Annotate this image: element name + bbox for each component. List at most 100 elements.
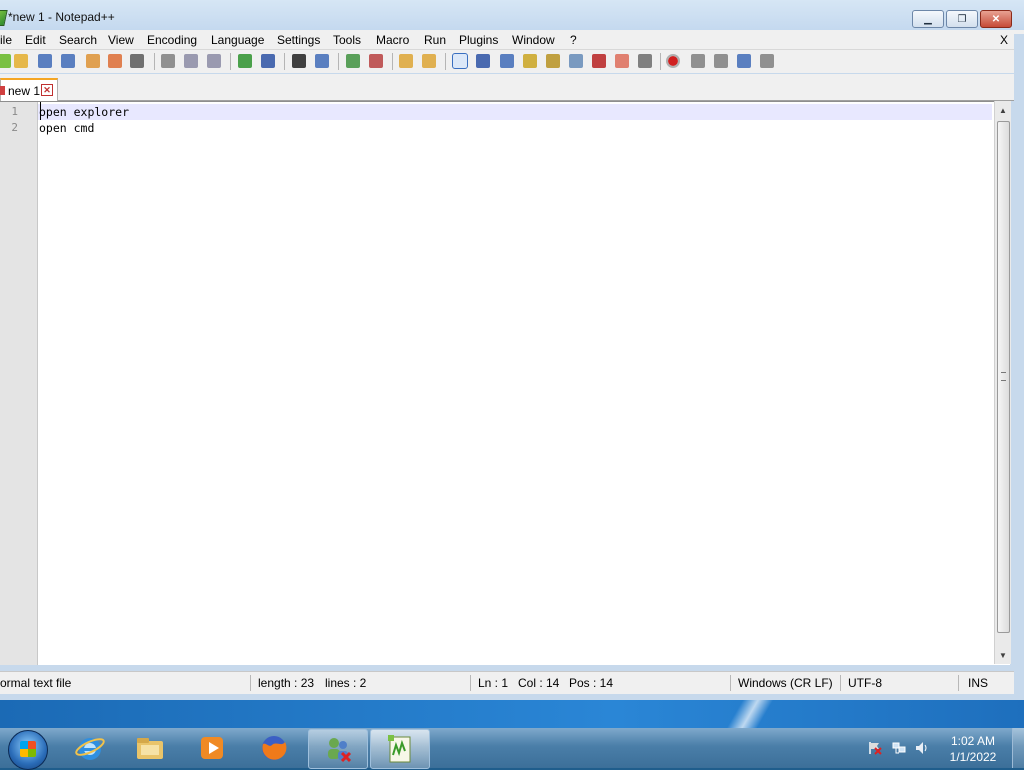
tab-close-icon[interactable]: ✕ — [41, 84, 53, 96]
menu-bar: ile Edit Search View Encoding Language S… — [0, 30, 1024, 50]
udl-icon[interactable] — [523, 54, 537, 68]
undo-icon[interactable] — [238, 54, 252, 68]
save-macro-icon[interactable] — [760, 54, 774, 68]
clock-time[interactable]: 1:02 AM — [944, 734, 1002, 748]
volume-icon[interactable] — [915, 741, 929, 755]
show-desktop-button[interactable] — [1012, 728, 1024, 768]
status-insert-mode[interactable]: INS — [968, 676, 988, 690]
menu-window[interactable]: Window — [512, 33, 555, 47]
menu-plugins[interactable]: Plugins — [459, 33, 498, 47]
grip-icon — [1001, 372, 1006, 381]
vertical-scrollbar[interactable]: ▲ ▼ — [994, 101, 1011, 664]
status-col: Col : 14 — [518, 676, 560, 690]
network-icon[interactable] — [892, 741, 906, 755]
taskbar: 1:02 AM 1/1/2022 — [0, 728, 1024, 770]
file-explorer-icon[interactable] — [134, 732, 166, 764]
taskbar-button-notepadpp[interactable] — [370, 729, 430, 769]
users-network-icon — [322, 733, 354, 765]
taskbar-button-network-tool[interactable] — [308, 729, 368, 769]
find-icon[interactable] — [292, 54, 306, 68]
menu-file[interactable]: ile — [0, 33, 12, 47]
playback-icon[interactable] — [714, 54, 728, 68]
show-all-chars-icon[interactable] — [476, 54, 490, 68]
replace-icon[interactable] — [315, 54, 329, 68]
record-macro-icon[interactable] — [666, 54, 680, 68]
status-encoding[interactable]: UTF-8 — [848, 676, 882, 690]
toolbar-separator — [338, 53, 339, 70]
copy-icon[interactable] — [184, 54, 198, 68]
clock-date[interactable]: 1/1/2022 — [944, 750, 1002, 764]
title-bar[interactable]: *new 1 - Notepad++ ▁ ❐ ✕ — [0, 0, 1024, 34]
run-macro-multiple-icon[interactable] — [737, 54, 751, 68]
status-eol[interactable]: Windows (CR LF) — [738, 676, 833, 690]
action-center-icon[interactable] — [868, 741, 882, 755]
save-all-icon[interactable] — [61, 54, 75, 68]
cut-icon[interactable] — [161, 54, 175, 68]
stop-record-icon[interactable] — [691, 54, 705, 68]
toolbar-separator — [392, 53, 393, 70]
menu-help[interactable]: ? — [570, 33, 577, 47]
status-divider — [958, 675, 959, 691]
paste-icon[interactable] — [207, 54, 221, 68]
redo-icon[interactable] — [261, 54, 275, 68]
firefox-icon[interactable] — [258, 732, 290, 764]
status-file-type: ormal text file — [0, 676, 72, 690]
sync-v-icon[interactable] — [399, 54, 413, 68]
maximize-button[interactable]: ❐ — [946, 10, 978, 28]
menu-view[interactable]: View — [108, 33, 134, 47]
scroll-down-icon[interactable]: ▼ — [995, 648, 1011, 664]
line-number: 2 — [11, 121, 18, 134]
close-document-button[interactable]: X — [1000, 33, 1008, 47]
start-button[interactable] — [8, 730, 48, 770]
scroll-thumb[interactable] — [997, 121, 1010, 633]
save-icon[interactable] — [38, 54, 52, 68]
line-number-gutter: 1 2 — [0, 102, 38, 665]
doc-map-icon[interactable] — [546, 54, 560, 68]
zoom-out-icon[interactable] — [369, 54, 383, 68]
toolbar-separator — [154, 53, 155, 70]
menu-search[interactable]: Search — [59, 33, 97, 47]
menu-settings[interactable]: Settings — [277, 33, 320, 47]
menu-tools[interactable]: Tools — [333, 33, 361, 47]
status-ln: Ln : 1 — [478, 676, 509, 690]
folder-workspace-icon[interactable] — [615, 54, 629, 68]
function-list-icon[interactable] — [592, 54, 606, 68]
close-icon[interactable] — [86, 54, 100, 68]
menu-run[interactable]: Run — [424, 33, 446, 47]
open-file-icon[interactable] — [14, 54, 28, 68]
status-divider — [250, 675, 251, 691]
close-all-icon[interactable] — [108, 54, 122, 68]
menu-macro[interactable]: Macro — [376, 33, 409, 47]
toolbar-separator — [445, 53, 446, 70]
status-length: length : 23 — [258, 676, 315, 690]
close-window-button[interactable]: ✕ — [980, 10, 1012, 28]
editor-line[interactable]: open explorer — [39, 105, 129, 119]
status-bar: ormal text file length : 23 lines : 2 Ln… — [0, 671, 1014, 694]
menu-language[interactable]: Language — [211, 33, 264, 47]
sync-h-icon[interactable] — [422, 54, 436, 68]
word-wrap-icon[interactable] — [452, 53, 468, 69]
editor-line[interactable]: open cmd — [39, 121, 94, 135]
window-border — [1014, 34, 1024, 700]
wallpaper-streak — [720, 700, 780, 728]
new-file-icon[interactable] — [0, 54, 11, 68]
scroll-up-icon[interactable]: ▲ — [995, 103, 1011, 119]
desktop-background — [0, 700, 1024, 728]
zoom-in-icon[interactable] — [346, 54, 360, 68]
tab-new-1[interactable]: new 1 ✕ — [0, 78, 58, 101]
doc-list-icon[interactable] — [569, 54, 583, 68]
minimize-button[interactable]: ▁ — [912, 10, 944, 28]
monitoring-icon[interactable] — [638, 54, 652, 68]
print-icon[interactable] — [130, 54, 144, 68]
menu-encoding[interactable]: Encoding — [147, 33, 197, 47]
tab-bar: new 1 ✕ — [0, 74, 1024, 101]
tab-label: new 1 — [8, 84, 41, 98]
notepadpp-window: *new 1 - Notepad++ ▁ ❐ ✕ ile Edit Search… — [0, 0, 1024, 700]
internet-explorer-icon[interactable] — [74, 732, 106, 764]
notepadpp-app-icon[interactable] — [0, 10, 8, 26]
indent-guide-icon[interactable] — [500, 54, 514, 68]
menu-edit[interactable]: Edit — [25, 33, 46, 47]
text-editor[interactable]: 1 2 open explorer open cmd — [0, 101, 1010, 665]
media-player-icon[interactable] — [196, 732, 228, 764]
window-title: *new 1 - Notepad++ — [8, 10, 115, 24]
